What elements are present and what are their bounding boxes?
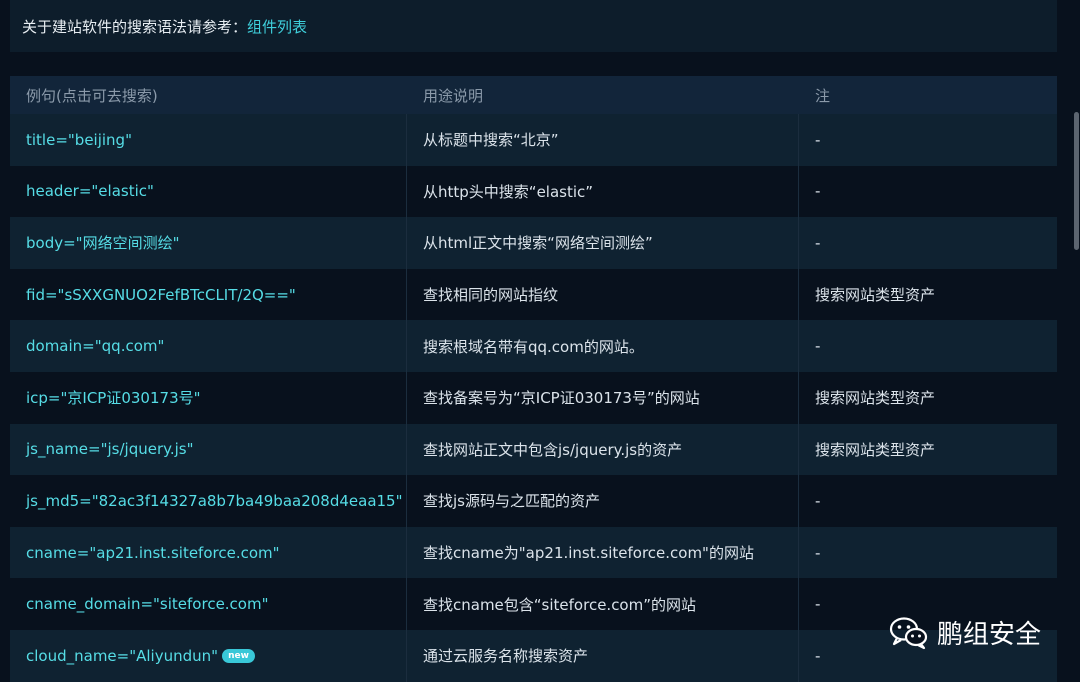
note-cell: 搜索网站类型资产 (815, 440, 936, 459)
description-cell: 通过云服务名称搜索资产 (407, 629, 799, 682)
query-link[interactable]: icp="京ICP证030173号" (26, 387, 201, 408)
note-cell: - (815, 543, 821, 562)
table-row: body="网络空间测绘" 从html正文中搜索“网络空间测绘” - (10, 217, 1057, 269)
query-link[interactable]: body="网络空间测绘" (26, 232, 179, 253)
query-link[interactable]: cname_domain="siteforce.com" (26, 595, 269, 613)
column-header-example: 例句(点击可去搜索) (26, 86, 158, 105)
description-cell: 从http头中搜索“elastic” (407, 165, 799, 218)
table-row: title="beijing" 从标题中搜索“北京” - (10, 114, 1057, 166)
column-header-note: 注 (815, 86, 831, 105)
description-cell: 从html正文中搜索“网络空间测绘” (407, 217, 799, 269)
table-row: cname="ap21.inst.siteforce.com" 查找cname为… (10, 526, 1057, 579)
search-syntax-table: 例句(点击可去搜索) 用途说明 注 title="beijing" 从标题中搜索… (10, 76, 1057, 682)
note-cell: - (815, 182, 821, 201)
page: 关于建站软件的搜索语法请参考： 组件列表 例句(点击可去搜索) 用途说明 注 t… (0, 0, 1080, 682)
table-row: domain="qq.com" 搜索根域名带有qq.com的网站。 - (10, 320, 1057, 372)
wechat-icon (889, 616, 928, 649)
description-cell: 查找相同的网站指纹 (407, 268, 799, 321)
note-cell: - (815, 491, 821, 510)
new-badge: new (222, 648, 255, 663)
query-link[interactable]: cloud_name="Aliyundun" (26, 647, 218, 665)
query-link[interactable]: domain="qq.com" (26, 337, 164, 355)
description-cell: 查找js源码与之匹配的资产 (407, 475, 799, 527)
banner-text: 关于建站软件的搜索语法请参考： (22, 17, 248, 36)
watermark: 鹏组安全 (889, 614, 1041, 651)
query-link[interactable]: header="elastic" (26, 182, 154, 200)
table-row: header="elastic" 从http头中搜索“elastic” - (10, 165, 1057, 218)
table-row: icp="京ICP证030173号" 查找备案号为“京ICP证030173号”的… (10, 371, 1057, 424)
note-cell: 搜索网站类型资产 (815, 389, 936, 408)
description-cell: 搜索根域名带有qq.com的网站。 (407, 320, 799, 372)
table-header: 例句(点击可去搜索) 用途说明 注 (10, 76, 1057, 114)
syntax-reference-banner: 关于建站软件的搜索语法请参考： 组件列表 (10, 0, 1057, 52)
query-link[interactable]: js_md5="82ac3f14327a8b7ba49baa208d4eaa15… (26, 492, 403, 510)
query-link[interactable]: fid="sSXXGNUO2FefBTcCLIT/2Q==" (26, 286, 296, 304)
table-row: js_md5="82ac3f14327a8b7ba49baa208d4eaa15… (10, 475, 1057, 527)
table-row: fid="sSXXGNUO2FefBTcCLIT/2Q==" 查找相同的网站指纹… (10, 268, 1057, 321)
description-cell: 查找备案号为“京ICP证030173号”的网站 (407, 371, 799, 424)
component-list-link[interactable]: 组件列表 (247, 16, 307, 37)
note-cell: - (815, 337, 821, 356)
description-cell: 查找网站正文中包含js/jquery.js的资产 (407, 423, 799, 476)
query-link[interactable]: js_name="js/jquery.js" (26, 440, 194, 458)
query-link[interactable]: cname="ap21.inst.siteforce.com" (26, 544, 280, 562)
description-cell: 查找cname为"ap21.inst.siteforce.com"的网站 (407, 526, 799, 579)
table-row: js_name="js/jquery.js" 查找网站正文中包含js/jquer… (10, 423, 1057, 476)
description-cell: 查找cname包含“siteforce.com”的网站 (407, 578, 799, 630)
note-cell: - (815, 233, 821, 252)
query-link[interactable]: title="beijing" (26, 131, 132, 149)
note-cell: - (815, 130, 821, 149)
watermark-text: 鹏组安全 (937, 620, 1042, 650)
description-cell: 从标题中搜索“北京” (407, 114, 799, 166)
vertical-scrollbar[interactable] (1074, 112, 1079, 250)
note-cell: 搜索网站类型资产 (815, 286, 936, 305)
column-header-description: 用途说明 (423, 86, 484, 105)
